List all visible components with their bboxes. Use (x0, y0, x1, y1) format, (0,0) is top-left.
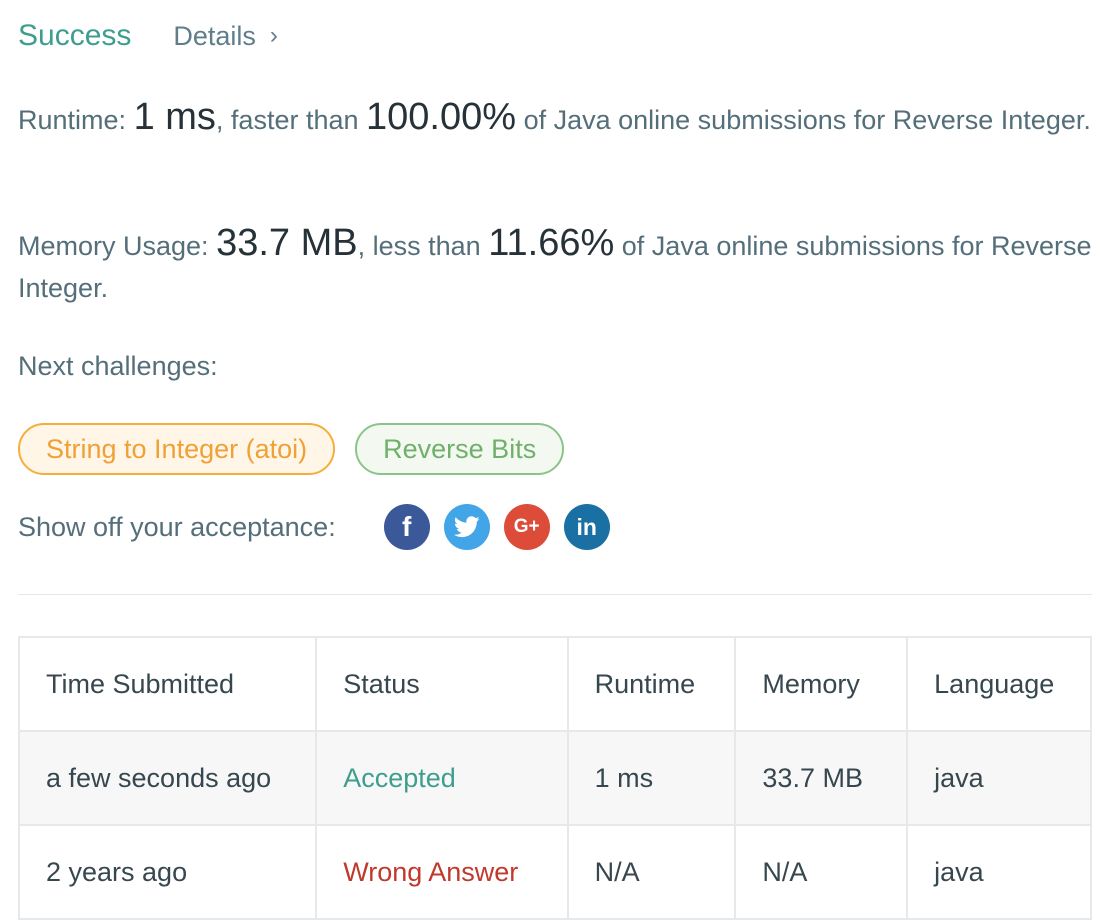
cell-time-submitted: a few seconds ago (17, 730, 318, 826)
cell-status: Wrong Answer (315, 824, 569, 920)
memory-stat: Memory Usage: 33.7 MB, less than 11.66% … (18, 222, 1092, 309)
memory-percentile: 11.66% (488, 222, 615, 264)
status-link-accepted[interactable]: Accepted (343, 763, 456, 793)
cell-memory: N/A (734, 824, 909, 920)
result-header: Success Details › (18, 14, 278, 58)
table-row: a few seconds ago Accepted 1 ms 33.7 MB … (17, 730, 1092, 826)
runtime-value: 1 ms (133, 96, 216, 138)
facebook-icon[interactable]: f (383, 504, 430, 550)
runtime-mid-text: , faster than (215, 105, 359, 135)
cell-time-submitted: 2 years ago (17, 824, 318, 920)
divider (18, 594, 1092, 595)
cell-status: Accepted (315, 730, 569, 826)
cell-language: java (906, 730, 1092, 826)
twitter-icon[interactable] (443, 504, 490, 550)
memory-label: Memory Usage: (18, 231, 209, 261)
column-header-status: Status (315, 636, 569, 732)
result-status-title: Success (18, 19, 132, 52)
linkedin-icon[interactable]: in (563, 504, 610, 550)
memory-mid-text: , less than (357, 231, 481, 261)
cell-language: java (906, 824, 1092, 920)
next-challenges-list: String to Integer (atoi) Reverse Bits (18, 423, 565, 475)
runtime-percentile: 100.00% (366, 96, 517, 138)
column-header-time-submitted: Time Submitted (17, 636, 318, 732)
share-label: Show off your acceptance: (18, 511, 336, 542)
challenge-chip-reverse-bits[interactable]: Reverse Bits (355, 423, 565, 475)
share-row: Show off your acceptance: f G+ in (18, 502, 610, 552)
google-plus-icon[interactable]: G+ (503, 504, 550, 550)
column-header-runtime: Runtime (566, 636, 737, 732)
memory-value: 33.7 MB (216, 222, 358, 264)
runtime-tail-text: of Java online submissions for Reverse I… (523, 105, 1091, 135)
runtime-label: Runtime: (18, 105, 127, 135)
twitter-bird-icon (453, 516, 480, 538)
next-challenges-label: Next challenges: (18, 351, 218, 381)
column-header-language: Language (906, 636, 1092, 732)
cell-runtime: 1 ms (566, 730, 737, 826)
details-label: Details (173, 20, 256, 51)
share-icons: f G+ in (383, 504, 610, 550)
table-header-row: Time Submitted Status Runtime Memory Lan… (17, 636, 1092, 732)
submissions-table: Time Submitted Status Runtime Memory Lan… (17, 636, 1092, 920)
cell-memory: 33.7 MB (734, 730, 909, 826)
column-header-memory: Memory (734, 636, 909, 732)
details-link[interactable]: Details › (173, 21, 278, 52)
table-row: 2 years ago Wrong Answer N/A N/A java (17, 824, 1092, 920)
runtime-stat: Runtime: 1 ms, faster than 100.00% of Ja… (18, 96, 1092, 141)
challenge-chip-string-to-integer[interactable]: String to Integer (atoi) (18, 423, 336, 475)
cell-runtime: N/A (566, 824, 737, 920)
chevron-right-icon: › (269, 22, 278, 49)
status-link-wrong-answer[interactable]: Wrong Answer (343, 857, 518, 887)
